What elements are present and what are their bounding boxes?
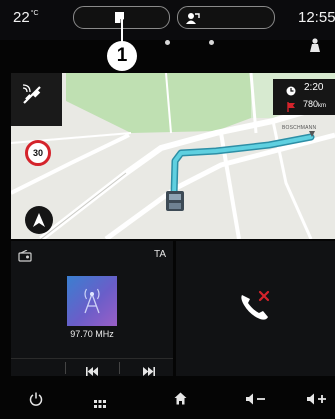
temperature-value: 22 [13, 9, 30, 26]
person-icon[interactable] [309, 38, 321, 57]
distance-unit: km [318, 103, 327, 109]
callout-marker: 1 [107, 41, 137, 71]
clock: 12:55 [298, 9, 335, 26]
radio-frequency: 97.70 MHz [70, 329, 114, 339]
bottom-navigation-bar [0, 378, 335, 419]
remaining-distance: 780km [303, 99, 326, 109]
power-icon[interactable] [29, 392, 43, 411]
callout-line [121, 18, 123, 42]
multimedia-screen: 22°C 12:55 1 30 2:20 780km BOSCHMANN TA … [0, 0, 335, 419]
distance-value: 780 [303, 99, 319, 109]
radio-station-tile[interactable] [67, 276, 117, 326]
divider [119, 362, 120, 374]
page-dot[interactable] [209, 40, 214, 45]
home-icon[interactable] [174, 392, 187, 410]
radio-controls [11, 358, 173, 377]
navigation-arrow-icon [32, 212, 46, 233]
traffic-announcement-label: TA [154, 249, 167, 260]
antenna-icon [80, 286, 104, 319]
compass-button[interactable] [25, 206, 53, 234]
status-bar: 22°C 12:55 [0, 0, 335, 40]
speed-limit-sign: 30 [25, 140, 51, 166]
map-poi-label: BOSCHMANN [282, 125, 317, 131]
status-area-contact[interactable] [177, 6, 275, 29]
gps-status-tile[interactable] [11, 73, 62, 126]
radio-source-icon[interactable] [18, 249, 32, 267]
trip-info-panel[interactable]: 2:20 780km [273, 79, 335, 115]
volume-up-icon[interactable] [307, 392, 329, 410]
radio-widget[interactable]: TA 97.70 MHz [11, 241, 173, 376]
navigation-map[interactable]: 30 2:20 780km BOSCHMANN [11, 73, 335, 239]
vehicle-icon [166, 191, 184, 211]
contact-icon [186, 11, 200, 29]
divider [65, 362, 66, 374]
outside-temperature: 22°C [13, 9, 39, 26]
arrival-time: 2:20 [304, 82, 324, 93]
destination-flag-icon [287, 99, 296, 117]
satellite-icon [20, 83, 44, 112]
page-dot[interactable] [165, 40, 170, 45]
volume-down-icon[interactable] [246, 392, 268, 410]
apps-grid-icon[interactable] [94, 395, 106, 413]
phone-icon [114, 11, 126, 29]
temperature-unit: °C [30, 10, 39, 17]
phone-widget[interactable] [176, 241, 335, 376]
phone-missed-icon[interactable] [236, 289, 276, 328]
